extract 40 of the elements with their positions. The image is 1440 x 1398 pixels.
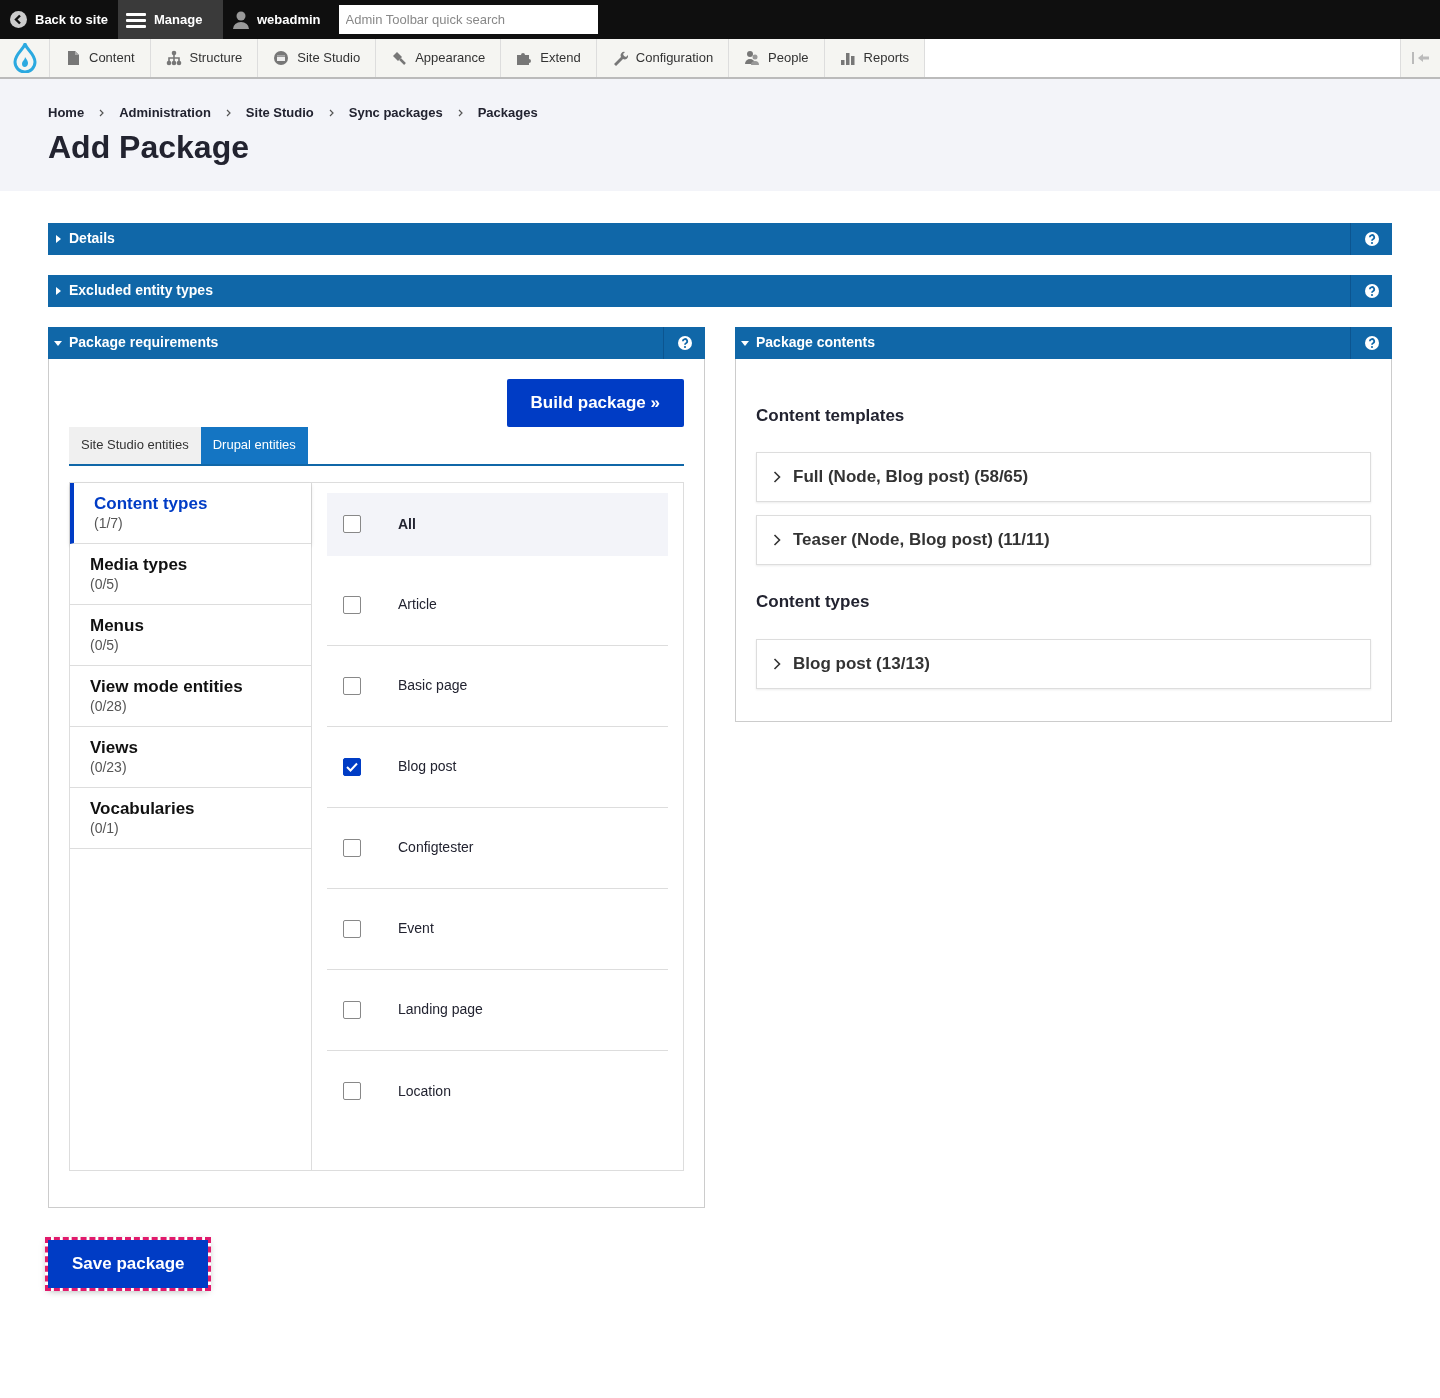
category-tab[interactable]: Content types (1/7) — [70, 482, 311, 544]
page-title: Add Package — [48, 127, 250, 167]
details-item[interactable]: Blog post (13/13) — [756, 638, 1371, 689]
menu-item[interactable]: People — [729, 39, 825, 77]
breadcrumb-link[interactable]: Sync packages — [348, 103, 443, 123]
menu-item[interactable]: Reports — [824, 39, 926, 77]
details-item[interactable]: Teaser (Node, Blog post) (11/11) — [756, 515, 1371, 565]
checkbox-label: All — [398, 514, 416, 534]
section-header[interactable]: Package contents — [735, 326, 1392, 359]
checkbox-label: Blog post — [398, 757, 457, 776]
menu-item[interactable]: Configuration — [596, 39, 730, 77]
checkbox-label: Basic page — [398, 676, 468, 695]
checkbox-label: Event — [398, 919, 434, 938]
section-header[interactable]: Package requirements — [48, 326, 705, 359]
menu-item[interactable]: Structure — [150, 39, 259, 77]
breadcrumb-link[interactable]: Administration — [119, 103, 211, 123]
menu-item[interactable]: Site Studio — [258, 39, 377, 77]
group-heading: Content types — [756, 591, 871, 613]
checkbox-label: Configtester — [398, 838, 474, 857]
breadcrumb-link[interactable]: Home — [48, 103, 85, 123]
section-header[interactable]: Details — [48, 222, 1392, 255]
save-package-button[interactable]: Save package — [48, 1239, 209, 1288]
tab[interactable]: Site Studio entities — [69, 426, 201, 464]
checkbox-label: Article — [398, 595, 437, 614]
back-to-site-link[interactable]: Back to site — [0, 0, 118, 39]
breadcrumb-link[interactable]: Site Studio — [245, 103, 314, 123]
menu-item[interactable]: Appearance — [376, 39, 502, 77]
menu-item[interactable]: Content — [50, 39, 151, 77]
details-item[interactable]: Full (Node, Blog post) (58/65) — [756, 452, 1371, 502]
build-package-button[interactable]: Build package » — [506, 378, 684, 427]
menu-item[interactable]: Extend — [501, 39, 597, 77]
breadcrumb-link[interactable]: Packages — [477, 103, 538, 123]
checkbox-label: Landing page — [398, 1000, 483, 1019]
user-link[interactable]: webadmin — [223, 0, 331, 39]
manage-tab[interactable]: Manage — [118, 0, 223, 39]
search-field[interactable]: Admin Toolbar quick search — [338, 5, 598, 34]
checkbox-label: Location — [398, 1081, 451, 1101]
tab[interactable]: Drupal entities — [200, 426, 308, 464]
section-header[interactable]: Excluded entity types — [48, 274, 1392, 307]
group-heading: Content templates — [756, 404, 906, 427]
